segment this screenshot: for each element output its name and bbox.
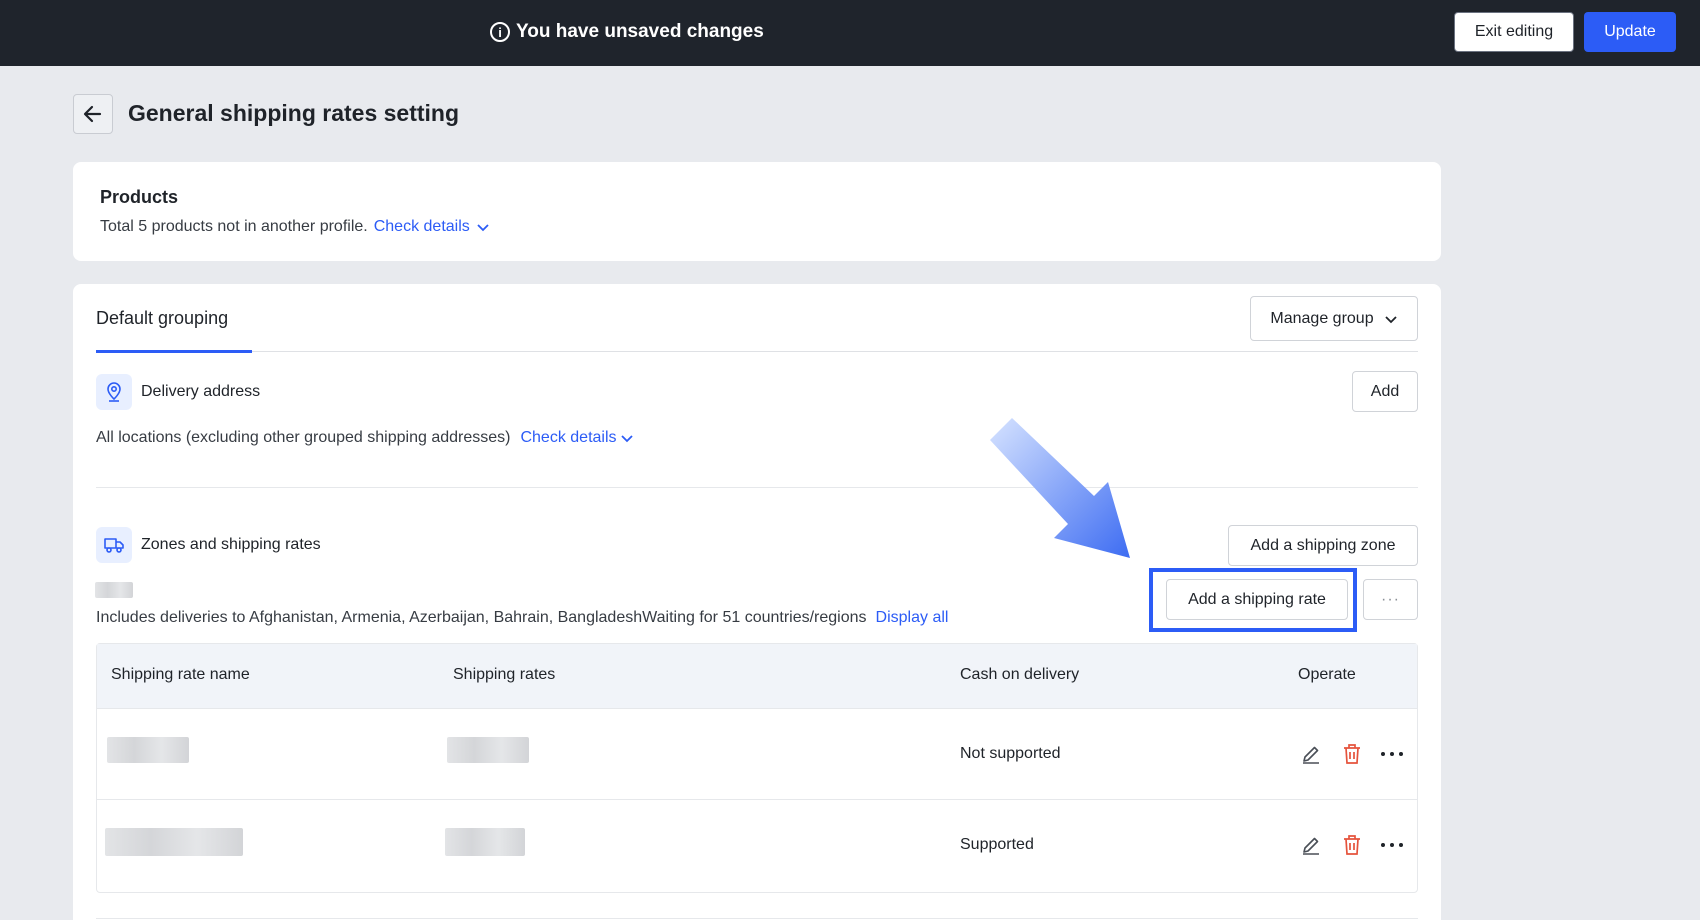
zone-description: Includes deliveries to Afghanistan, Arme… [96,609,948,627]
exit-editing-button[interactable]: Exit editing [1454,12,1574,52]
products-card: Products Total 5 products not in another… [73,162,1441,261]
products-check-details-link[interactable]: Check details [374,218,470,236]
products-title: Products [100,187,179,207]
manage-group-label: Manage group [1270,309,1374,327]
highlight-box [1149,568,1357,632]
rate-amount-redacted [447,737,529,763]
add-shipping-zone-button[interactable]: Add a shipping zone [1228,525,1418,566]
cod-status: Supported [960,836,1034,853]
delete-icon[interactable] [1339,741,1365,767]
column-header: Shipping rates [453,666,556,683]
delivery-check-details-link[interactable]: Check details [520,429,616,447]
tab-active-indicator [96,350,252,353]
zone-description-text: Includes deliveries to Afghanistan, Arme… [96,609,867,626]
column-header: Cash on delivery [960,666,1080,683]
zone-more-button[interactable]: ··· [1363,579,1418,620]
top-bar: i You have unsaved changes Exit editing … [0,0,1700,66]
page-title: General shipping rates setting [128,100,460,126]
table-row: Supported [97,799,1417,891]
edit-icon[interactable] [1298,741,1324,767]
shipping-rates-table: Shipping rate name Shipping rates Cash o… [96,643,1418,893]
edit-icon[interactable] [1298,832,1324,858]
more-icon[interactable] [1379,832,1405,858]
back-button[interactable] [73,94,113,134]
add-delivery-address-button[interactable]: Add [1352,371,1418,412]
chevron-down-icon[interactable] [620,431,634,445]
products-description-text: Total 5 products not in another profile. [100,218,368,235]
chevron-down-icon[interactable] [476,220,490,234]
column-header: Operate [1298,666,1356,683]
cod-status: Not supported [960,745,1061,762]
rate-amount-redacted [445,828,525,856]
zones-title: Zones and shipping rates [141,536,321,553]
rate-name-redacted [107,737,189,763]
more-icon[interactable] [1379,741,1405,767]
location-pin-icon [96,374,132,410]
annotation-arrow-icon [990,418,1130,558]
section-divider [96,487,1418,488]
delivery-address-description: All locations (excluding other grouped s… [96,429,634,447]
truck-icon [96,527,132,563]
display-all-link[interactable]: Display all [876,609,949,627]
unsaved-notice: i You have unsaved changes [490,21,764,43]
delete-icon[interactable] [1339,832,1365,858]
column-header: Shipping rate name [111,666,250,683]
section-divider [96,918,1418,919]
table-header: Shipping rate name Shipping rates Cash o… [97,644,1417,708]
products-description: Total 5 products not in another profile.… [100,218,490,236]
manage-group-button[interactable]: Manage group [1250,296,1418,341]
unsaved-message: You have unsaved changes [516,21,764,42]
tab-divider [96,351,1418,352]
grouping-card: Default grouping Manage group Delivery a… [73,284,1441,920]
update-button[interactable]: Update [1584,12,1676,52]
delivery-address-text: All locations (excluding other grouped s… [96,429,511,446]
rate-name-redacted [105,828,243,856]
tab-default-grouping[interactable]: Default grouping [96,308,228,329]
delivery-address-title: Delivery address [141,383,261,400]
table-row: Not supported [97,708,1417,800]
zone-name-redacted [95,582,133,598]
info-icon: i [490,22,510,42]
chevron-down-icon [1384,315,1397,323]
arrow-left-icon [83,105,102,123]
